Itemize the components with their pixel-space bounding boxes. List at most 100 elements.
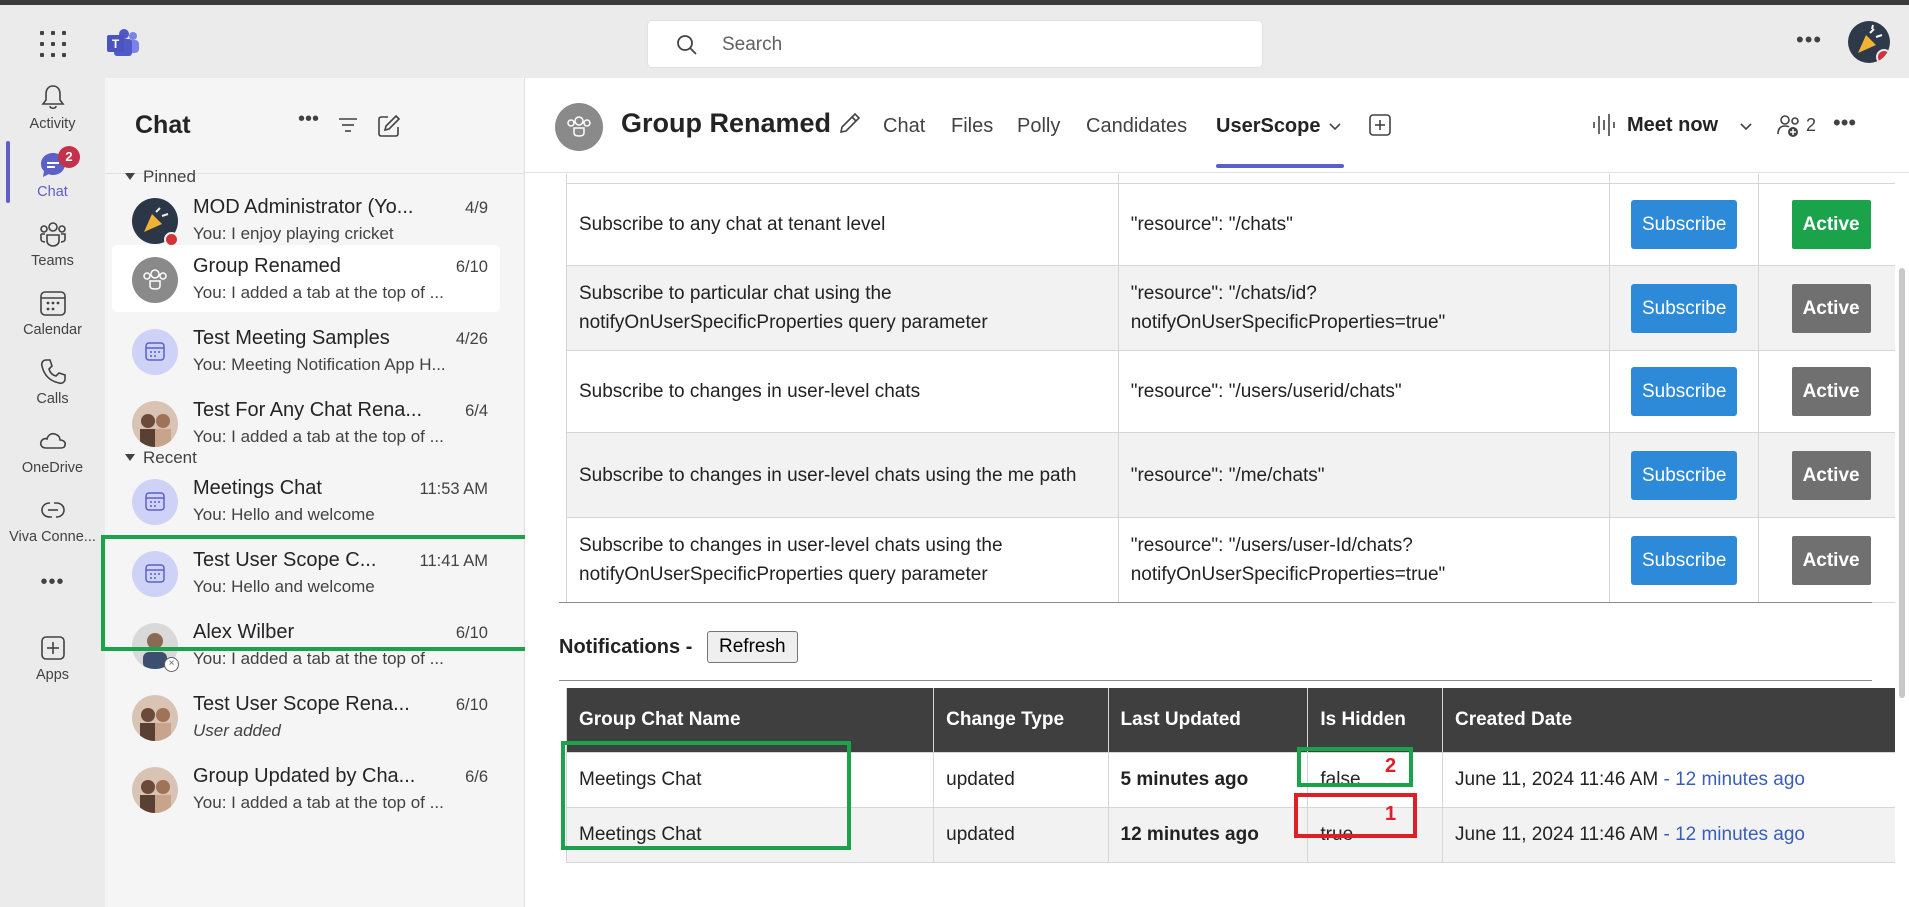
chat-time: 11:41 AM bbox=[419, 552, 489, 570]
last-updated: 5 minutes ago bbox=[1107, 751, 1309, 808]
add-tab-icon[interactable] bbox=[1368, 113, 1392, 137]
main-pane: Group Renamed Chat Files Polly Candidate… bbox=[525, 78, 1909, 907]
created-relative: - 12 minutes ago bbox=[1658, 823, 1805, 845]
tab-candidates[interactable]: Candidates bbox=[1086, 115, 1187, 138]
chat-item[interactable]: Test User Scope C... 11:41 AM You: Hello… bbox=[112, 539, 500, 606]
chat-item[interactable]: × Alex Wilber 6/10 You: I added a tab at… bbox=[112, 611, 500, 678]
user-avatar[interactable] bbox=[1848, 21, 1890, 63]
divider bbox=[559, 602, 1872, 603]
audio-waveform-icon bbox=[1593, 114, 1615, 136]
tab-polly[interactable]: Polly bbox=[1017, 115, 1060, 138]
avatar bbox=[132, 767, 178, 813]
search-icon bbox=[677, 35, 697, 55]
edit-pencil-icon[interactable] bbox=[837, 110, 863, 136]
rail-viva[interactable]: Viva Conne... bbox=[0, 491, 105, 571]
group-photo-icon bbox=[140, 708, 171, 741]
tab-chat[interactable]: Chat bbox=[883, 115, 925, 138]
chat-item[interactable]: Group Updated by Cha... 6/6 You: I added… bbox=[112, 755, 500, 822]
subscribe-button[interactable]: Subscribe bbox=[1630, 200, 1738, 249]
calendar-icon bbox=[39, 291, 66, 316]
settings-more-icon[interactable]: ••• bbox=[1796, 27, 1822, 53]
status-offline-icon: × bbox=[164, 657, 179, 672]
rail-label: Viva Conne... bbox=[9, 529, 96, 545]
group-photo-icon bbox=[140, 780, 171, 813]
chat-item[interactable]: MOD Administrator (Yo... 4/9 You: I enjo… bbox=[112, 186, 500, 253]
active-status-button[interactable]: Active bbox=[1791, 535, 1871, 585]
chat-name: Test User Scope Rena... bbox=[193, 693, 410, 715]
phone-icon bbox=[40, 359, 66, 385]
is-hidden: true bbox=[1307, 806, 1443, 863]
new-chat-icon[interactable] bbox=[377, 114, 401, 138]
rail-calendar[interactable]: Calendar bbox=[0, 284, 105, 364]
status-busy-icon bbox=[1876, 49, 1890, 63]
subscription-resource: "resource": "/users/user-Id/chats? notif… bbox=[1117, 517, 1611, 603]
chat-preview: You: Hello and welcome bbox=[193, 505, 375, 524]
rail-calls[interactable]: Calls bbox=[0, 353, 105, 433]
tab-userscope[interactable]: UserScope bbox=[1216, 115, 1321, 138]
table-row: Subscribe to particular chat using the n… bbox=[566, 265, 1904, 351]
subscribe-button[interactable]: Subscribe bbox=[1630, 450, 1738, 500]
bell-icon bbox=[40, 85, 65, 110]
active-status-button[interactable]: Active bbox=[1791, 450, 1871, 500]
last-updated: 12 minutes ago bbox=[1107, 806, 1309, 863]
scrollbar-thumb[interactable] bbox=[1899, 268, 1905, 698]
teams-logo-icon: T bbox=[107, 29, 139, 56]
subscription-description: Subscribe to any chat at tenant level bbox=[566, 183, 1119, 266]
refresh-button[interactable]: Refresh bbox=[707, 631, 798, 663]
calendar-icon bbox=[145, 564, 165, 583]
chat-more-options-icon[interactable]: ••• bbox=[298, 108, 319, 131]
subscribe-button[interactable]: Subscribe bbox=[1630, 283, 1738, 333]
svg-text:T: T bbox=[112, 37, 120, 51]
participants-count[interactable]: 2 bbox=[1806, 115, 1816, 136]
active-status-button[interactable]: Active bbox=[1791, 367, 1871, 416]
pinned-section-header[interactable]: Pinned bbox=[125, 167, 196, 187]
meet-now-button[interactable]: Meet now bbox=[1627, 114, 1718, 137]
rail-onedrive[interactable]: OneDrive bbox=[0, 422, 105, 502]
table-row: Meetings Chat updated 12 minutes ago tru… bbox=[565, 806, 1904, 863]
avatar bbox=[132, 479, 178, 525]
subscribe-button[interactable]: Subscribe bbox=[1630, 367, 1738, 416]
chat-time: 6/10 bbox=[455, 258, 488, 276]
chat-item[interactable]: Test User Scope Rena... 6/10 User added bbox=[112, 683, 500, 750]
subscribe-button[interactable]: Subscribe bbox=[1630, 535, 1738, 585]
rail-teams[interactable]: Teams bbox=[0, 215, 105, 295]
search-box[interactable] bbox=[647, 20, 1263, 68]
subscription-description: Subscribe to changes in user-level chats… bbox=[566, 432, 1119, 518]
participants-icon[interactable] bbox=[1775, 112, 1803, 140]
created-relative: - 12 minutes ago bbox=[1658, 768, 1805, 790]
table-row bbox=[566, 174, 1904, 184]
chat-item[interactable]: Group Renamed 6/10 You: I added a tab at… bbox=[112, 245, 500, 312]
active-status-button[interactable]: Active bbox=[1791, 283, 1871, 333]
rail-apps[interactable]: Apps bbox=[0, 629, 105, 709]
more-options-icon[interactable]: ••• bbox=[1833, 110, 1856, 136]
chat-item[interactable]: Test Meeting Samples 4/26 You: Meeting N… bbox=[112, 317, 500, 384]
recent-section-header[interactable]: Recent bbox=[125, 448, 197, 468]
chat-time: 6/10 bbox=[455, 696, 488, 714]
chevron-down-icon[interactable] bbox=[1739, 122, 1753, 132]
column-header: Is Hidden bbox=[1307, 688, 1443, 753]
active-status-button[interactable]: Active bbox=[1791, 200, 1871, 249]
rail-label: Calls bbox=[36, 391, 69, 407]
search-input[interactable] bbox=[722, 33, 1222, 57]
avatar bbox=[132, 257, 178, 303]
tab-files[interactable]: Files bbox=[951, 115, 993, 138]
subscription-description: Subscribe to changes in user-level chats bbox=[566, 350, 1119, 433]
annotation-number: 1 bbox=[1385, 803, 1397, 825]
chat-item[interactable]: Meetings Chat 11:53 AM You: Hello and we… bbox=[112, 467, 500, 534]
collapse-caret-icon bbox=[125, 173, 135, 180]
active-tab-indicator bbox=[1216, 164, 1344, 168]
chat-time: 6/4 bbox=[465, 402, 488, 420]
subscription-resource: "resource": "/chats" bbox=[1117, 183, 1611, 266]
rail-chat[interactable]: 2 Chat bbox=[0, 146, 105, 226]
collapse-caret-icon bbox=[125, 454, 135, 461]
chat-item[interactable]: Test For Any Chat Rena... 6/4 You: I add… bbox=[112, 389, 500, 456]
chevron-down-icon[interactable] bbox=[1328, 122, 1342, 132]
app-launcher-icon[interactable] bbox=[40, 31, 66, 57]
notifications-table: Group Chat Name Change Type Last Updated… bbox=[565, 688, 1904, 863]
divider bbox=[559, 680, 1872, 681]
calendar-icon bbox=[145, 342, 165, 361]
avatar bbox=[132, 695, 178, 741]
filter-icon[interactable] bbox=[337, 114, 359, 136]
chat-name: Meetings Chat bbox=[193, 477, 322, 499]
chat-time: 4/26 bbox=[455, 330, 488, 348]
